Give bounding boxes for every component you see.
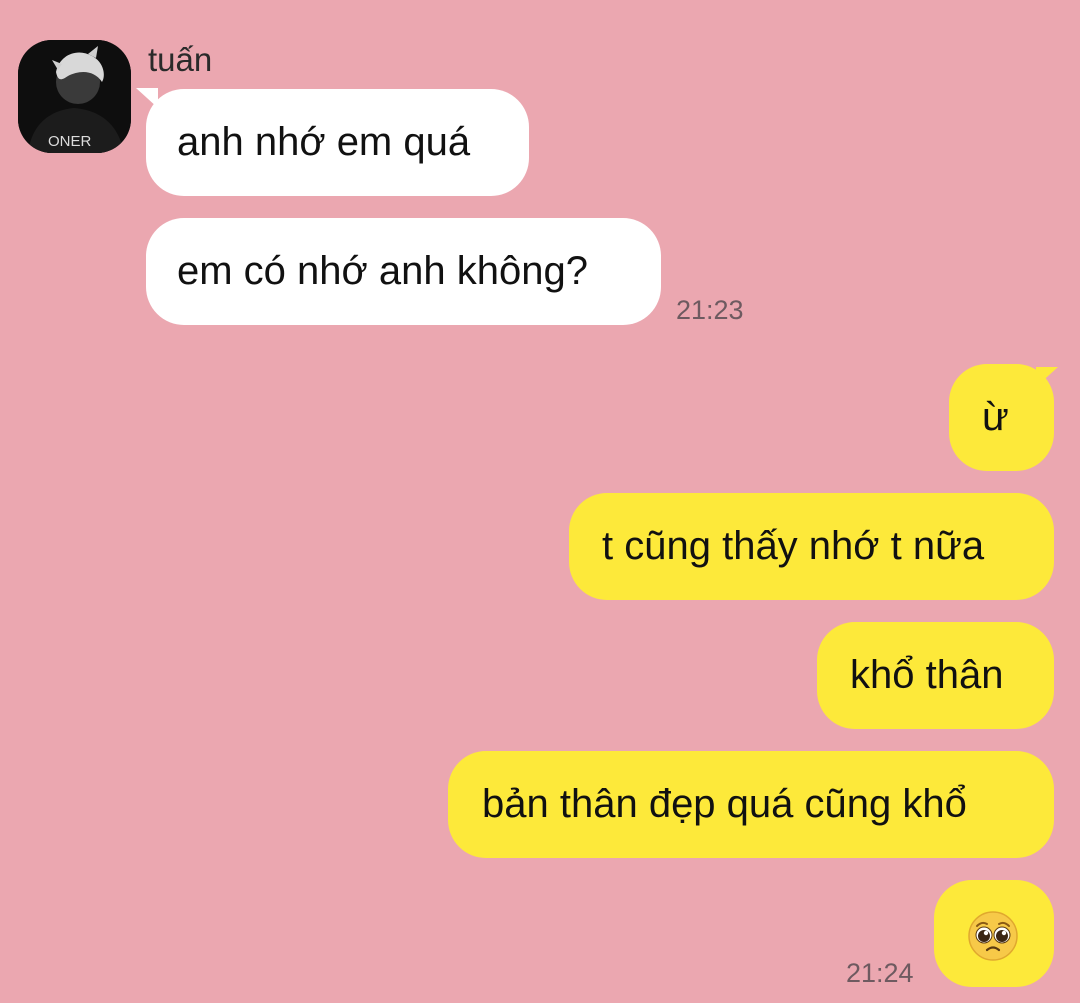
contact-avatar[interactable]: ONER xyxy=(18,40,131,153)
outgoing-message-1[interactable]: ừ xyxy=(949,364,1054,471)
outgoing-message-2[interactable]: t cũng thấy nhớ t nữa xyxy=(569,493,1054,600)
outgoing-message-4[interactable]: bản thân đẹp quá cũng khổ xyxy=(448,751,1054,858)
sender-name: tuấn xyxy=(148,41,213,78)
incoming-message-2[interactable]: em có nhớ anh không? xyxy=(146,218,661,325)
avatar-image: ONER xyxy=(18,40,131,153)
outgoing-message-3[interactable]: khổ thân xyxy=(817,622,1054,729)
pleading-face-icon xyxy=(968,911,1018,961)
incoming-message-1[interactable]: anh nhớ em quá xyxy=(146,89,529,196)
avatar-text: ONER xyxy=(48,133,92,150)
incoming-timestamp: 21:23 xyxy=(676,295,744,325)
outgoing-emoji-message[interactable] xyxy=(934,880,1054,987)
outgoing-timestamp: 21:24 xyxy=(846,958,914,988)
